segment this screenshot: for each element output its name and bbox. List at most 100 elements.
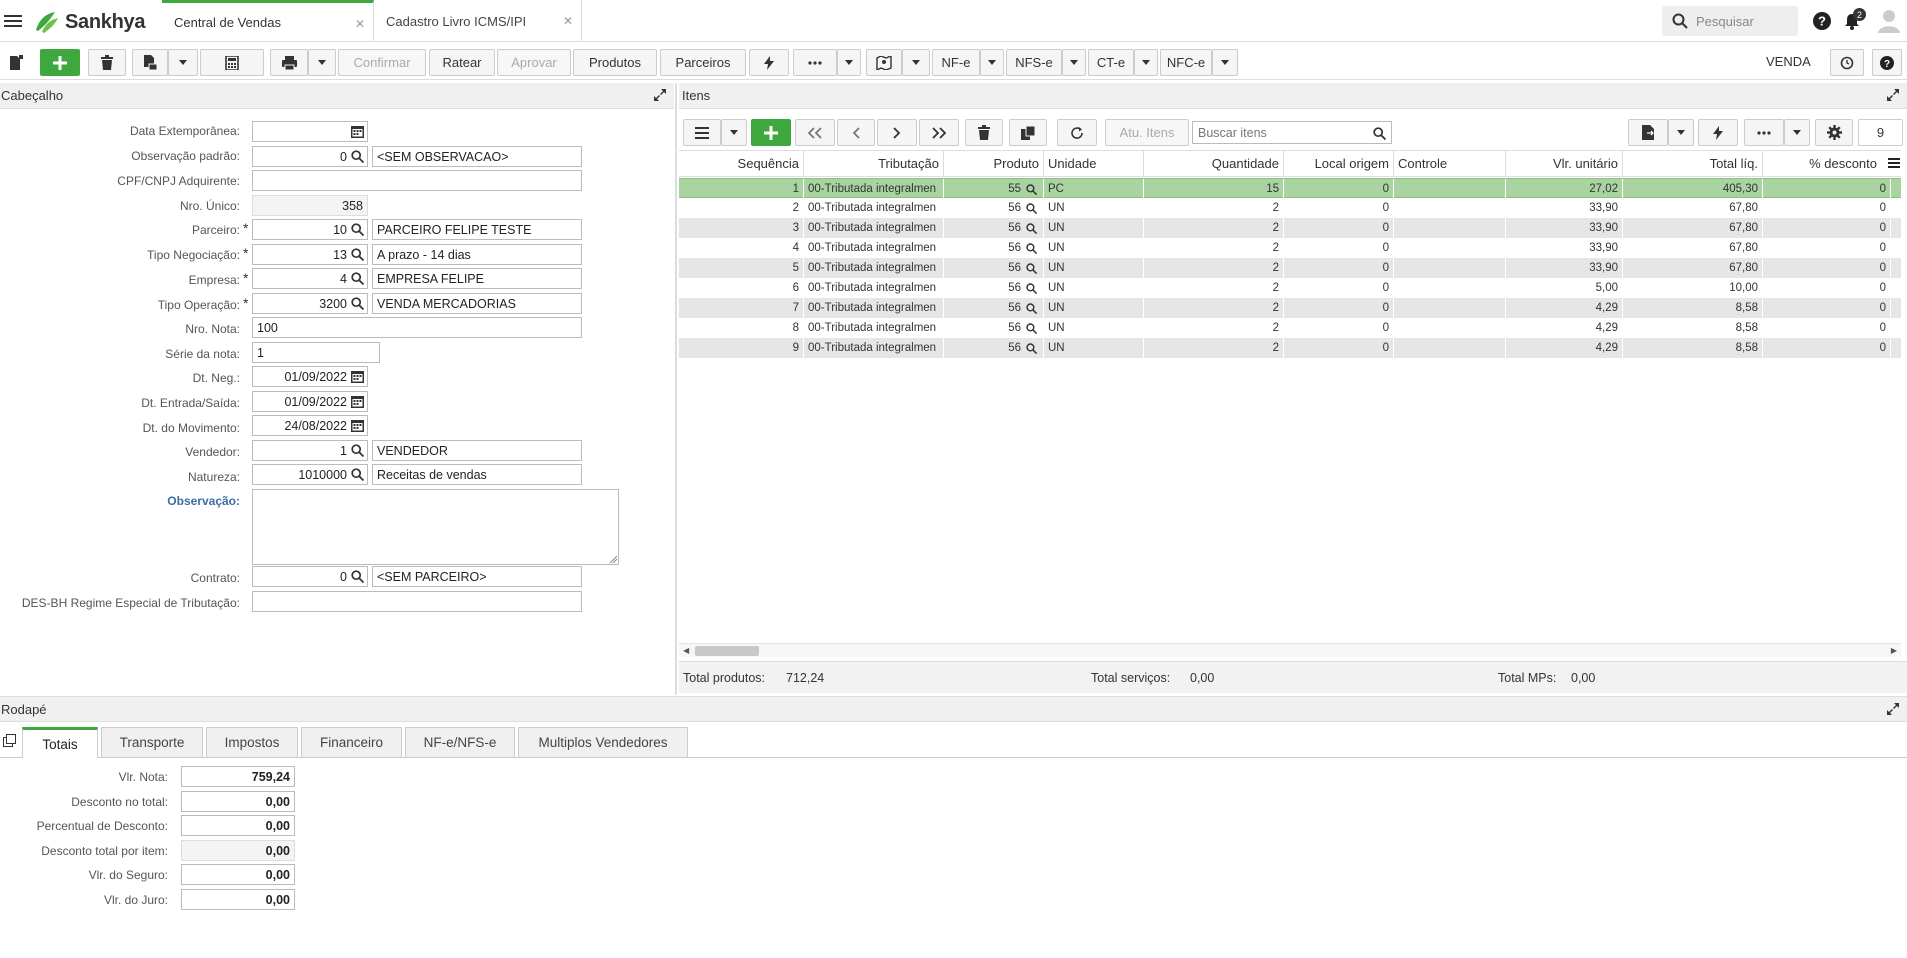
cell-desconto[interactable]: 0 [1763,179,1891,199]
cell-controle[interactable] [1394,198,1506,218]
cell-controle[interactable] [1394,238,1506,258]
cell-tributacao[interactable]: 00-Tributada integralmen [804,258,944,278]
cell-produto[interactable]: 56 [944,278,1044,298]
cell-desconto[interactable]: 0 [1763,198,1891,218]
search-icon[interactable] [1026,184,1037,195]
table-row[interactable]: 8 00-Tributada integralmen 56 UN 2 0 4,29 8,58 0 [679,318,1901,338]
parceiro-code-input[interactable]: 10 [252,219,368,240]
cell-desconto[interactable]: 0 [1763,298,1891,318]
cell-quantidade[interactable]: 2 [1144,278,1284,298]
cell-vlr-unitario[interactable]: 33,90 [1506,238,1623,258]
cell-local-origem[interactable]: 0 [1284,258,1394,278]
cell-unidade[interactable]: UN [1044,338,1144,358]
search-icon[interactable] [1026,343,1037,354]
search-icon[interactable] [351,272,364,285]
nfse-button[interactable]: NFS-e [1006,49,1062,76]
cell-total-liq[interactable]: 67,80 [1623,238,1763,258]
serie-nota-input[interactable]: 1 [252,342,380,363]
cell-local-origem[interactable]: 0 [1284,198,1394,218]
buscar-itens-input[interactable]: Buscar itens [1192,121,1392,144]
cell-sequencia[interactable]: 8 [679,318,804,338]
cell-desconto[interactable]: 0 [1763,218,1891,238]
list-view-button[interactable] [683,119,721,146]
cell-quantidade[interactable]: 2 [1144,338,1284,358]
cell-produto[interactable]: 56 [944,318,1044,338]
new-document-button[interactable] [2,49,30,76]
natureza-code-input[interactable]: 1010000 [252,464,368,485]
cell-tributacao[interactable]: 00-Tributada integralmen [804,338,944,358]
cell-quantidade[interactable]: 2 [1144,238,1284,258]
cell-total-liq[interactable]: 8,58 [1623,338,1763,358]
map-dropdown[interactable] [902,49,930,76]
cell-desconto[interactable]: 0 [1763,258,1891,278]
item-more-dropdown[interactable] [1784,119,1810,146]
search-icon[interactable] [1026,203,1037,214]
cell-local-origem[interactable]: 0 [1284,278,1394,298]
cell-controle[interactable] [1394,298,1506,318]
hamburger-menu-icon[interactable] [4,12,22,30]
more-options-dropdown[interactable] [837,49,861,76]
first-page-button[interactable] [795,119,835,146]
search-icon[interactable] [1026,263,1037,274]
item-actions-button[interactable] [1698,119,1738,146]
aprovar-button[interactable]: Aprovar [497,49,571,76]
des-bh-input[interactable] [252,591,582,612]
dt-neg-input[interactable]: 01/09/2022 [252,366,368,387]
search-icon[interactable] [1026,303,1037,314]
cell-sequencia[interactable]: 9 [679,338,804,358]
cell-vlr-unitario[interactable]: 33,90 [1506,258,1623,278]
expand-icon[interactable] [1887,703,1899,715]
cell-sequencia[interactable]: 6 [679,278,804,298]
cell-tributacao[interactable]: 00-Tributada integralmen [804,238,944,258]
table-row[interactable]: 1 00-Tributada integralmen 55 PC 15 0 27,02 405… [679,178,1901,199]
cell-quantidade[interactable]: 15 [1144,179,1284,199]
cell-quantidade[interactable]: 2 [1144,258,1284,278]
search-icon[interactable] [1026,283,1037,294]
search-icon[interactable] [351,248,364,261]
cell-desconto[interactable]: 0 [1763,318,1891,338]
table-row[interactable]: 3 00-Tributada integralmen 56 UN 2 0 33,90 67,8… [679,218,1901,238]
cell-local-origem[interactable]: 0 [1284,298,1394,318]
cell-desconto[interactable]: 0 [1763,338,1891,358]
cell-local-origem[interactable]: 0 [1284,179,1394,199]
ratear-button[interactable]: Ratear [429,49,495,76]
cell-controle[interactable] [1394,258,1506,278]
tab-totais[interactable]: Totais [22,727,98,758]
cell-sequencia[interactable]: 4 [679,238,804,258]
calendar-icon[interactable] [351,419,364,432]
data-extemporanea-input[interactable] [252,121,368,142]
cell-vlr-unitario[interactable]: 33,90 [1506,198,1623,218]
cell-total-liq[interactable]: 8,58 [1623,298,1763,318]
cell-tributacao[interactable]: 00-Tributada integralmen [804,318,944,338]
cell-desconto[interactable]: 0 [1763,278,1891,298]
cell-unidade[interactable]: UN [1044,278,1144,298]
duplicate-item-button[interactable] [1009,119,1047,146]
cell-quantidade[interactable]: 2 [1144,298,1284,318]
contrato-code-input[interactable]: 0 [252,566,368,587]
cell-local-origem[interactable]: 0 [1284,218,1394,238]
cte-button[interactable]: CT-e [1088,49,1134,76]
column-sequencia[interactable]: Sequência [679,150,804,176]
cell-tributacao[interactable]: 00-Tributada integralmen [804,198,944,218]
nfe-button[interactable]: NF-e [932,49,980,76]
cell-local-origem[interactable]: 0 [1284,338,1394,358]
cell-vlr-unitario[interactable]: 4,29 [1506,338,1623,358]
cell-desconto[interactable]: 0 [1763,238,1891,258]
cell-produto[interactable]: 56 [944,258,1044,278]
observacao-textarea[interactable] [252,489,619,565]
delete-item-button[interactable] [965,119,1003,146]
cell-total-liq[interactable]: 67,80 [1623,218,1763,238]
calculator-button[interactable] [200,49,264,76]
cell-tributacao[interactable]: 00-Tributada integralmen [804,278,944,298]
cell-sequencia[interactable]: 5 [679,258,804,278]
cell-total-liq[interactable]: 10,00 [1623,278,1763,298]
cell-sequencia[interactable]: 1 [679,179,804,199]
cell-quantidade[interactable]: 2 [1144,218,1284,238]
delete-button[interactable] [88,49,126,76]
column-tributacao[interactable]: Tributação [804,150,944,176]
search-icon[interactable] [351,150,364,163]
table-row[interactable]: 9 00-Tributada integralmen 56 UN 2 0 4,29 8,58 0 [679,338,1901,358]
cell-produto[interactable]: 56 [944,298,1044,318]
sankhya-logo[interactable]: Sankhya [33,9,145,35]
cell-unidade[interactable]: UN [1044,218,1144,238]
